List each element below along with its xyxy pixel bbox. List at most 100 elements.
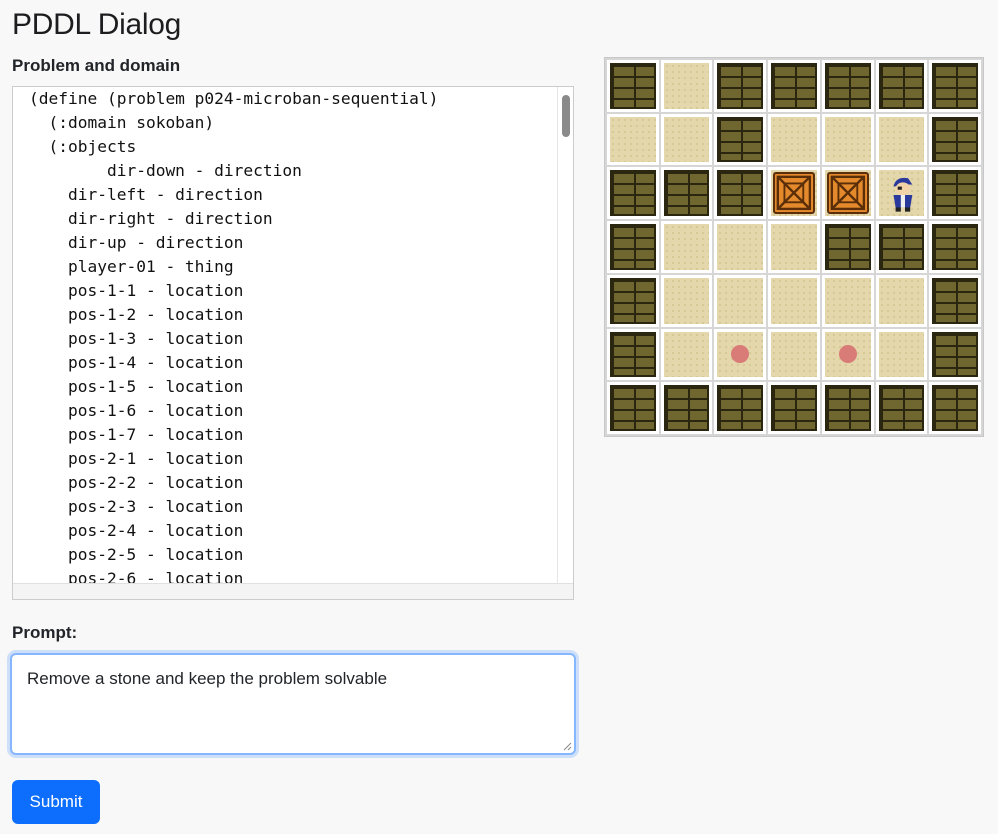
- player-icon: [881, 172, 923, 214]
- board-cell-3-4: [768, 167, 820, 220]
- board-cell-7-6: [875, 382, 928, 434]
- code-line: (:objects: [29, 137, 137, 156]
- wall-tile: [932, 63, 978, 109]
- crate-icon: [826, 172, 869, 215]
- wall-tile: [610, 170, 656, 217]
- code-viewport: (define (problem p024-microban-sequentia…: [13, 87, 557, 583]
- board-cell-4-4: [768, 221, 820, 273]
- board-cell-2-7: [929, 113, 981, 166]
- wall-tile: [717, 116, 764, 163]
- resize-grip-icon[interactable]: [562, 741, 572, 751]
- floor-tile: [663, 63, 710, 109]
- board-cell-6-5: [821, 328, 874, 381]
- vertical-scrollbar[interactable]: [557, 87, 573, 583]
- goal-icon: [731, 345, 750, 364]
- board-cell-1-4: [768, 60, 820, 112]
- wall-tile: [610, 63, 656, 109]
- board-cell-3-2: [660, 167, 713, 220]
- pddl-code: (define (problem p024-microban-sequentia…: [13, 87, 557, 583]
- prompt-label: Prompt:: [12, 623, 78, 642]
- board-cell-3-3: [714, 167, 767, 220]
- board-cell-1-6: [875, 60, 928, 112]
- floor-tile: [717, 224, 764, 270]
- board-cell-5-7: [929, 274, 981, 327]
- wall-tile: [717, 385, 764, 431]
- floor-tile: [824, 331, 871, 378]
- board-cell-1-5: [821, 60, 874, 112]
- code-line: pos-2-4 - location: [29, 521, 244, 540]
- board-cell-1-2: [660, 60, 713, 112]
- floor-tile: [610, 116, 656, 163]
- board-cell-1-7: [929, 60, 981, 112]
- floor-tile: [878, 331, 925, 378]
- code-line: pos-1-5 - location: [29, 377, 244, 396]
- wall-tile: [717, 63, 764, 109]
- scrollbar-thumb[interactable]: [562, 95, 570, 137]
- horizontal-scrollbar[interactable]: [13, 583, 573, 599]
- board-cell-2-5: [821, 113, 874, 166]
- board-cell-3-6: [875, 167, 928, 220]
- board-cell-2-1: [607, 113, 659, 166]
- wall-tile: [932, 116, 978, 163]
- floor-tile: [824, 116, 871, 163]
- floor-tile: [878, 116, 925, 163]
- board-cell-2-2: [660, 113, 713, 166]
- board-cell-3-7: [929, 167, 981, 220]
- code-line: dir-up - direction: [29, 233, 244, 252]
- code-line: pos-1-1 - location: [29, 281, 244, 300]
- board-cell-6-7: [929, 328, 981, 381]
- board-cell-4-2: [660, 221, 713, 273]
- board-cell-7-7: [929, 382, 981, 434]
- code-line: pos-2-2 - location: [29, 473, 244, 492]
- floor-tile: [824, 170, 871, 217]
- wall-tile: [878, 385, 925, 431]
- board-cell-5-3: [714, 274, 767, 327]
- floor-tile: [717, 331, 764, 378]
- board-cell-5-4: [768, 274, 820, 327]
- code-line: pos-2-3 - location: [29, 497, 244, 516]
- floor-tile: [771, 277, 817, 324]
- wall-tile: [610, 277, 656, 324]
- code-line: (define (problem p024-microban-sequentia…: [29, 89, 439, 108]
- code-line: pos-2-5 - location: [29, 545, 244, 564]
- goal-icon: [838, 345, 857, 364]
- sokoban-board: [604, 57, 984, 437]
- board-cell-2-4: [768, 113, 820, 166]
- submit-button[interactable]: Submit: [12, 780, 100, 824]
- wall-tile: [663, 170, 710, 217]
- board-cell-2-6: [875, 113, 928, 166]
- board-cell-7-3: [714, 382, 767, 434]
- board-cell-7-1: [607, 382, 659, 434]
- wall-tile: [932, 385, 978, 431]
- board-cell-5-6: [875, 274, 928, 327]
- wall-tile: [663, 385, 710, 431]
- board-cell-5-5: [821, 274, 874, 327]
- wall-tile: [610, 224, 656, 270]
- wall-tile: [610, 331, 656, 378]
- floor-tile: [878, 277, 925, 324]
- board-cell-4-3: [714, 221, 767, 273]
- code-line: player-01 - thing: [29, 257, 234, 276]
- board-cell-4-6: [875, 221, 928, 273]
- wall-tile: [717, 170, 764, 217]
- board-cell-6-6: [875, 328, 928, 381]
- floor-tile: [771, 224, 817, 270]
- board-cell-6-2: [660, 328, 713, 381]
- board-cell-5-1: [607, 274, 659, 327]
- problem-domain-textarea[interactable]: (define (problem p024-microban-sequentia…: [12, 86, 574, 600]
- code-line: pos-1-7 - location: [29, 425, 244, 444]
- code-line: pos-1-3 - location: [29, 329, 244, 348]
- board-cell-4-1: [607, 221, 659, 273]
- board-cell-6-3: [714, 328, 767, 381]
- code-line: dir-left - direction: [29, 185, 263, 204]
- wall-tile: [932, 277, 978, 324]
- floor-tile: [663, 331, 710, 378]
- prompt-input[interactable]: Remove a stone and keep the problem solv…: [10, 653, 576, 755]
- floor-tile: [771, 331, 817, 378]
- board-cell-5-2: [660, 274, 713, 327]
- wall-tile: [824, 385, 871, 431]
- wall-tile: [610, 385, 656, 431]
- floor-tile: [824, 277, 871, 324]
- board-cell-1-1: [607, 60, 659, 112]
- board-cell-6-4: [768, 328, 820, 381]
